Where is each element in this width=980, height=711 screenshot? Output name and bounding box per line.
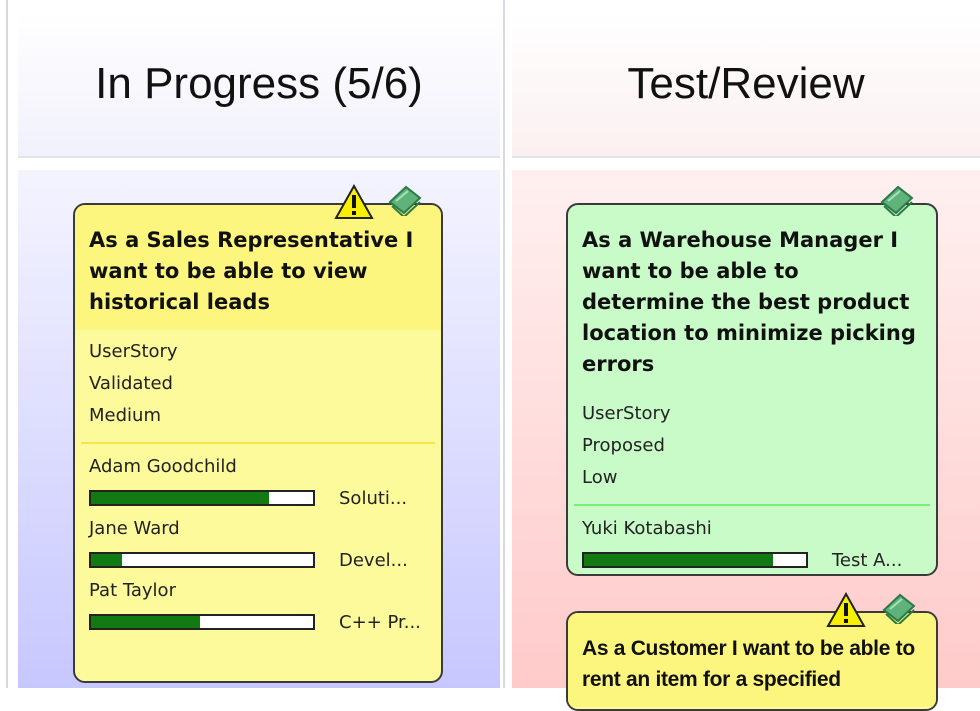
resource-name: Jane Ward xyxy=(89,518,180,539)
kanban-card[interactable]: As a Warehouse Manager I want to be able… xyxy=(566,203,938,576)
card-title: As a Sales Representative I want to be a… xyxy=(75,205,441,330)
card-resources: Adam Goodchild Soluti... Jane Ward Devel… xyxy=(75,444,441,638)
kanban-card[interactable]: As a Customer I want to be able to rent … xyxy=(566,611,938,711)
resource-name: Pat Taylor xyxy=(89,580,176,601)
resource-row: Test A... xyxy=(582,544,926,574)
progress-bar xyxy=(582,552,808,568)
resource-role: C++ Pr... xyxy=(339,611,421,633)
progress-fill xyxy=(91,492,269,504)
warning-icon xyxy=(334,184,374,219)
resource-row: C++ Pr... xyxy=(89,606,431,638)
warning-icon xyxy=(826,592,866,627)
resource-role: Devel... xyxy=(339,549,408,571)
board-left-border xyxy=(6,0,8,688)
progress-bar xyxy=(89,552,315,568)
column-title: In Progress (5/6) xyxy=(95,59,423,108)
card-resources: Yuki Kotabashi Test A... xyxy=(568,506,936,574)
resource-row: Devel... xyxy=(89,544,431,576)
book-icon xyxy=(882,593,916,624)
progress-fill xyxy=(584,554,773,566)
card-type: UserStory xyxy=(89,341,178,362)
resource-name: Yuki Kotabashi xyxy=(582,518,712,539)
resource-role: Test A... xyxy=(832,549,903,571)
resource-role: Soluti... xyxy=(339,487,408,509)
progress-fill xyxy=(91,616,200,628)
progress-bar xyxy=(89,614,315,630)
resource-name: Adam Goodchild xyxy=(89,456,237,477)
progress-fill xyxy=(91,554,123,566)
book-icon xyxy=(388,185,422,216)
column-title: Test/Review xyxy=(627,59,865,108)
card-title: As a Customer I want to be able to rent … xyxy=(568,613,936,707)
progress-bar xyxy=(89,490,315,506)
card-properties: UserStory Proposed Low xyxy=(568,392,936,504)
column-header-test-review[interactable]: Test/Review xyxy=(512,12,980,158)
card-priority: Medium xyxy=(89,405,161,426)
card-properties: UserStory Validated Medium xyxy=(75,330,441,442)
column-divider xyxy=(503,0,505,688)
card-type: UserStory xyxy=(582,403,671,424)
card-priority: Low xyxy=(582,467,618,488)
book-icon xyxy=(880,185,914,216)
card-title: As a Warehouse Manager I want to be able… xyxy=(582,228,916,376)
card-status: Proposed xyxy=(582,435,665,456)
kanban-card[interactable]: As a Sales Representative I want to be a… xyxy=(73,203,443,683)
column-header-in-progress[interactable]: In Progress (5/6) xyxy=(18,12,500,158)
resource-row: Soluti... xyxy=(89,482,431,514)
card-status: Validated xyxy=(89,373,173,394)
